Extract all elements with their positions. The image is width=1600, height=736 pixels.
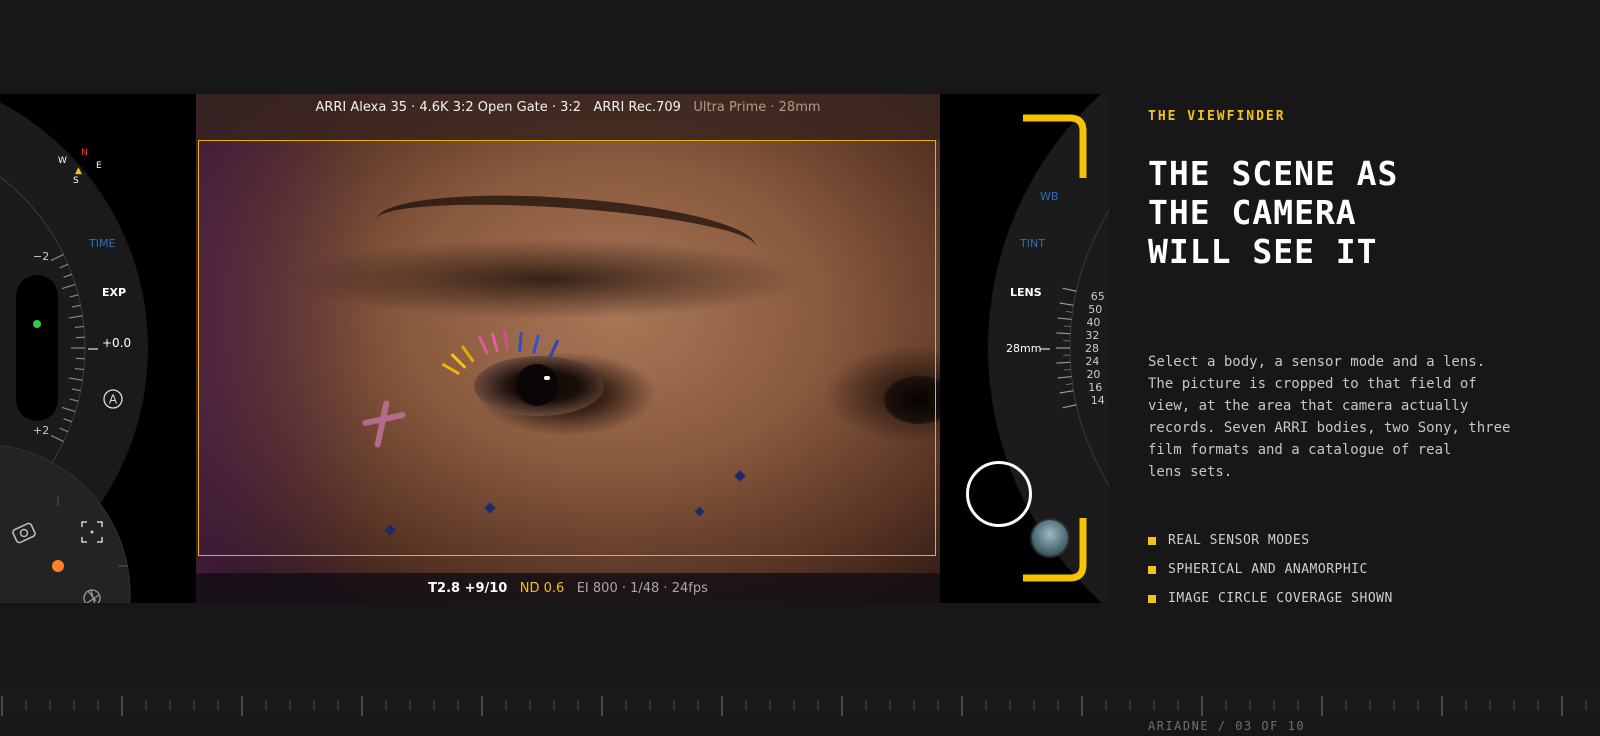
camera-body-info: ARRI Alexa 35 · 4.6K 3:2 Open Gate · 3:2 <box>315 100 582 115</box>
top-status-bar: ARRI Alexa 35 · 4.6K 3:2 Open Gate · 3:2… <box>196 94 940 140</box>
settings-readout: EI 800 · 1/48 · 24fps <box>576 581 708 596</box>
feature-item: SPHERICAL AND ANAMORPHIC <box>1148 562 1393 591</box>
auto-mode-label: A <box>109 393 118 407</box>
camera-status-top: ARRI Alexa 35 · 4.6K 3:2 Open Gate · 3:2… <box>196 100 940 115</box>
focal-tick <box>1059 390 1074 394</box>
feature-list: REAL SENSOR MODES SPHERICAL AND ANAMORPH… <box>1148 533 1393 620</box>
description-line: lens sets. <box>1148 464 1233 480</box>
focal-tick-label: 32 <box>1085 329 1099 342</box>
exposure-readout: T2.8 +9/10 <box>428 581 508 596</box>
exposure-pill[interactable] <box>16 275 58 421</box>
lens-info: Ultra Prime · 28mm <box>693 100 821 115</box>
focal-tick-label: 40 <box>1086 316 1100 329</box>
time-label[interactable]: TIME <box>89 237 115 250</box>
nd-readout: ND 0.6 <box>519 581 565 596</box>
exposure-value: +0.0 <box>102 336 132 350</box>
description-line: view, at the area that camera actually <box>1148 398 1469 414</box>
focal-tick-label: 65 <box>1091 290 1105 303</box>
feature-item: IMAGE CIRCLE COVERAGE SHOWN <box>1148 591 1393 620</box>
lens-label[interactable]: LENS <box>1010 286 1042 299</box>
frame-guide <box>198 140 936 556</box>
compass-needle-icon: ▲ <box>75 166 82 176</box>
focal-tick-label: 14 <box>1091 394 1105 407</box>
camera-viewfinder-panel: A W N E S ▲ TIME EXP +0.0 −2 +2 ARRI Ale… <box>0 94 1109 603</box>
headline-line: THE CAMERA <box>1148 193 1357 232</box>
description-line: film formats and a catalogue of real <box>1148 442 1452 458</box>
shutter-button[interactable] <box>966 461 1032 527</box>
lens-focal-value: 28mm <box>1006 342 1042 355</box>
bullet-square-icon <box>1148 537 1156 545</box>
scale-min-label: −2 <box>33 250 50 263</box>
compass-east: E <box>96 161 102 171</box>
focal-minor-tick <box>1065 310 1073 313</box>
compass-south: S <box>73 176 79 186</box>
gallery-thumbnail[interactable] <box>1030 518 1070 558</box>
frame-bracket-top-icon <box>1023 114 1087 178</box>
focal-tick <box>1057 375 1072 379</box>
focal-minor-tick <box>1065 383 1073 386</box>
focal-tick <box>1056 361 1071 364</box>
color-space-info: ARRI Rec.709 <box>593 100 681 115</box>
focal-tick-label: 28 <box>1085 342 1099 355</box>
description-line: The picture is cropped to that field of <box>1148 376 1477 392</box>
focal-tick-label: 50 <box>1088 303 1102 316</box>
wb-label[interactable]: WB <box>1040 190 1058 203</box>
focal-tick <box>1056 332 1071 335</box>
focal-minor-tick <box>1063 325 1071 328</box>
focal-minor-tick <box>1063 368 1071 371</box>
description-line: records. Seven ARRI bodies, two Sony, th… <box>1148 420 1511 436</box>
info-panel: THE VIEWFINDER THE SCENE AS THE CAMERA W… <box>1148 0 1588 736</box>
description: Select a body, a sensor mode and a lens.… <box>1148 351 1548 483</box>
timeline-ruler[interactable] <box>0 688 1600 718</box>
section-eyebrow: THE VIEWFINDER <box>1148 109 1286 124</box>
record-dot <box>33 320 41 328</box>
page-indicator: ARIADNE / 03 OF 10 <box>1148 719 1306 733</box>
focal-tick-label: 24 <box>1085 355 1099 368</box>
bottom-status-bar: T2.8 +9/10 ND 0.6 EI 800 · 1/48 · 24fps <box>196 573 940 603</box>
bullet-square-icon <box>1148 595 1156 603</box>
headline-line: THE SCENE AS <box>1148 154 1399 193</box>
focal-length-scale: 141620242832405065 <box>1056 287 1105 409</box>
exp-label[interactable]: EXP <box>102 286 126 299</box>
headline-line: WILL SEE IT <box>1148 232 1378 271</box>
compass-west: W <box>58 156 67 166</box>
viewfinder-image[interactable]: ARRI Alexa 35 · 4.6K 3:2 Open Gate · 3:2… <box>196 94 940 603</box>
focal-tick <box>1062 287 1077 292</box>
focal-tick <box>1059 302 1074 306</box>
compass-north: N <box>81 148 88 158</box>
focal-tick-label: 16 <box>1088 381 1102 394</box>
focal-tick <box>1057 317 1072 321</box>
bullet-square-icon <box>1148 566 1156 574</box>
tint-label[interactable]: TINT <box>1020 237 1045 250</box>
camera-status-bottom: T2.8 +9/10 ND 0.6 EI 800 · 1/48 · 24fps <box>196 581 940 596</box>
focal-tick <box>1062 404 1077 409</box>
description-line: Select a body, a sensor mode and a lens. <box>1148 354 1486 370</box>
feature-item: REAL SENSOR MODES <box>1148 533 1393 562</box>
scale-max-label: +2 <box>33 424 50 437</box>
orange-indicator-dot <box>52 560 64 572</box>
headline: THE SCENE AS THE CAMERA WILL SEE IT <box>1148 154 1478 271</box>
focal-tick-label: 20 <box>1086 368 1100 381</box>
